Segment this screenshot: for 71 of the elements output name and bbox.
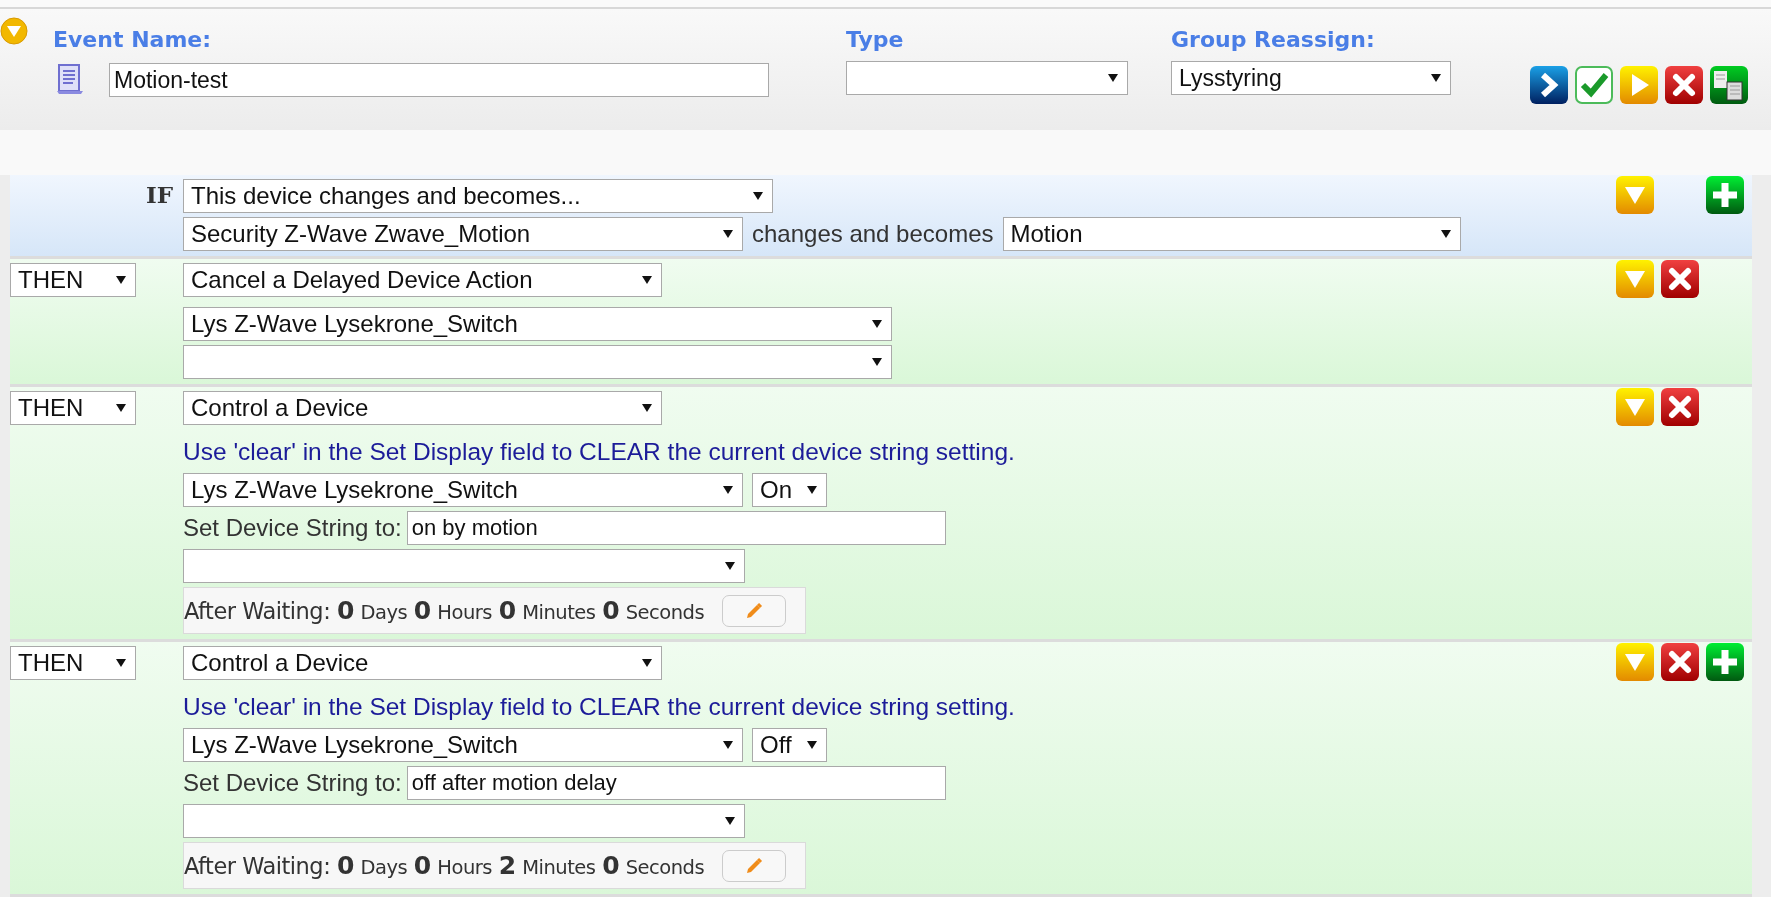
caret-icon bbox=[723, 230, 733, 238]
run-icon[interactable] bbox=[1620, 66, 1658, 104]
caret-icon bbox=[872, 358, 882, 366]
move-down-icon[interactable] bbox=[1616, 260, 1654, 298]
caret-icon bbox=[753, 192, 763, 200]
type-label: Type bbox=[846, 27, 905, 54]
move-down-icon[interactable] bbox=[1616, 388, 1654, 426]
state-select[interactable]: Motion bbox=[1002, 217, 1461, 251]
then-select[interactable]: THEN bbox=[10, 646, 136, 680]
caret-icon bbox=[872, 320, 882, 328]
add-icon[interactable] bbox=[1706, 176, 1744, 214]
option-select[interactable] bbox=[183, 804, 745, 838]
delete-icon[interactable] bbox=[1665, 66, 1703, 104]
option-select[interactable] bbox=[183, 549, 745, 583]
device-select[interactable]: Lys Z-Wave Lysekrone_Switch bbox=[183, 307, 892, 341]
then-select[interactable]: THEN bbox=[10, 391, 136, 425]
caret-icon bbox=[642, 659, 652, 667]
wait-duration-text: After Waiting: 0 Days 0 Hours 2 Minutes 0 Seconds bbox=[184, 851, 705, 880]
device-select[interactable]: Lys Z-Wave Lysekrone_Switch bbox=[183, 728, 743, 762]
command-select[interactable]: Off bbox=[752, 728, 827, 762]
then-select[interactable]: THEN bbox=[10, 263, 136, 297]
info-text: Use 'clear' in the Set Display field to CLEAR the current device string setting. bbox=[183, 438, 1015, 466]
caret-icon bbox=[1440, 230, 1451, 238]
group-reassign-label: Group Reassign: bbox=[1171, 27, 1376, 54]
info-text: Use 'clear' in the Set Display field to CLEAR the current device string setting. bbox=[183, 693, 1015, 721]
action-select[interactable]: Control a Device bbox=[183, 646, 662, 680]
caret-icon bbox=[725, 562, 735, 570]
copy-icon[interactable] bbox=[1710, 66, 1748, 104]
caret-icon bbox=[807, 741, 817, 749]
pencil-icon bbox=[744, 600, 765, 621]
caret-icon bbox=[723, 486, 733, 494]
caret-icon bbox=[116, 404, 126, 412]
add-icon[interactable] bbox=[1706, 643, 1744, 681]
move-down-icon[interactable] bbox=[1616, 643, 1654, 681]
delete-icon[interactable] bbox=[1661, 260, 1699, 298]
edit-button[interactable] bbox=[722, 849, 787, 882]
group-select[interactable]: Lysstyring bbox=[1171, 61, 1451, 95]
caret-icon bbox=[725, 817, 735, 825]
caret-icon bbox=[807, 486, 817, 494]
caret-icon bbox=[116, 276, 126, 284]
delete-icon[interactable] bbox=[1661, 388, 1699, 426]
caret-icon bbox=[642, 276, 652, 284]
next-icon[interactable] bbox=[1530, 66, 1568, 104]
option-select[interactable] bbox=[183, 345, 892, 379]
type-select[interactable] bbox=[846, 61, 1128, 95]
save-icon[interactable] bbox=[1575, 66, 1613, 104]
command-select[interactable]: On bbox=[752, 473, 827, 507]
caret-icon bbox=[642, 404, 652, 412]
action-select[interactable]: Control a Device bbox=[183, 391, 662, 425]
device-select[interactable]: Security Z-Wave Zwave_Motion bbox=[183, 217, 743, 251]
device-string-field[interactable]: on by motion bbox=[406, 511, 946, 545]
action-select[interactable]: Cancel a Delayed Device Action bbox=[183, 263, 662, 297]
wait-duration-text: After Waiting: 0 Days 0 Hours 0 Minutes 0 Seconds bbox=[184, 596, 705, 625]
caret-icon bbox=[723, 741, 733, 749]
event-name-label: Event Name: bbox=[53, 27, 213, 54]
caret-icon bbox=[1431, 74, 1441, 82]
device-string-field[interactable]: off after motion delay bbox=[406, 766, 946, 800]
event-name-field[interactable]: Motion-test bbox=[109, 63, 769, 97]
caret-icon bbox=[116, 659, 126, 667]
changes-label: changes and becomes bbox=[752, 220, 994, 248]
delete-icon[interactable] bbox=[1661, 643, 1699, 681]
caret-icon bbox=[1108, 74, 1118, 82]
edit-button[interactable] bbox=[722, 594, 787, 627]
pencil-icon bbox=[744, 855, 765, 876]
set-string-label: Set Device String to: bbox=[183, 514, 402, 542]
collapse-icon[interactable] bbox=[0, 17, 28, 45]
trigger-select[interactable]: This device changes and becomes... bbox=[183, 179, 773, 213]
set-string-label: Set Device String to: bbox=[183, 769, 402, 797]
if-label: IF bbox=[144, 180, 174, 210]
device-select[interactable]: Lys Z-Wave Lysekrone_Switch bbox=[183, 473, 743, 507]
move-down-icon[interactable] bbox=[1616, 176, 1654, 214]
